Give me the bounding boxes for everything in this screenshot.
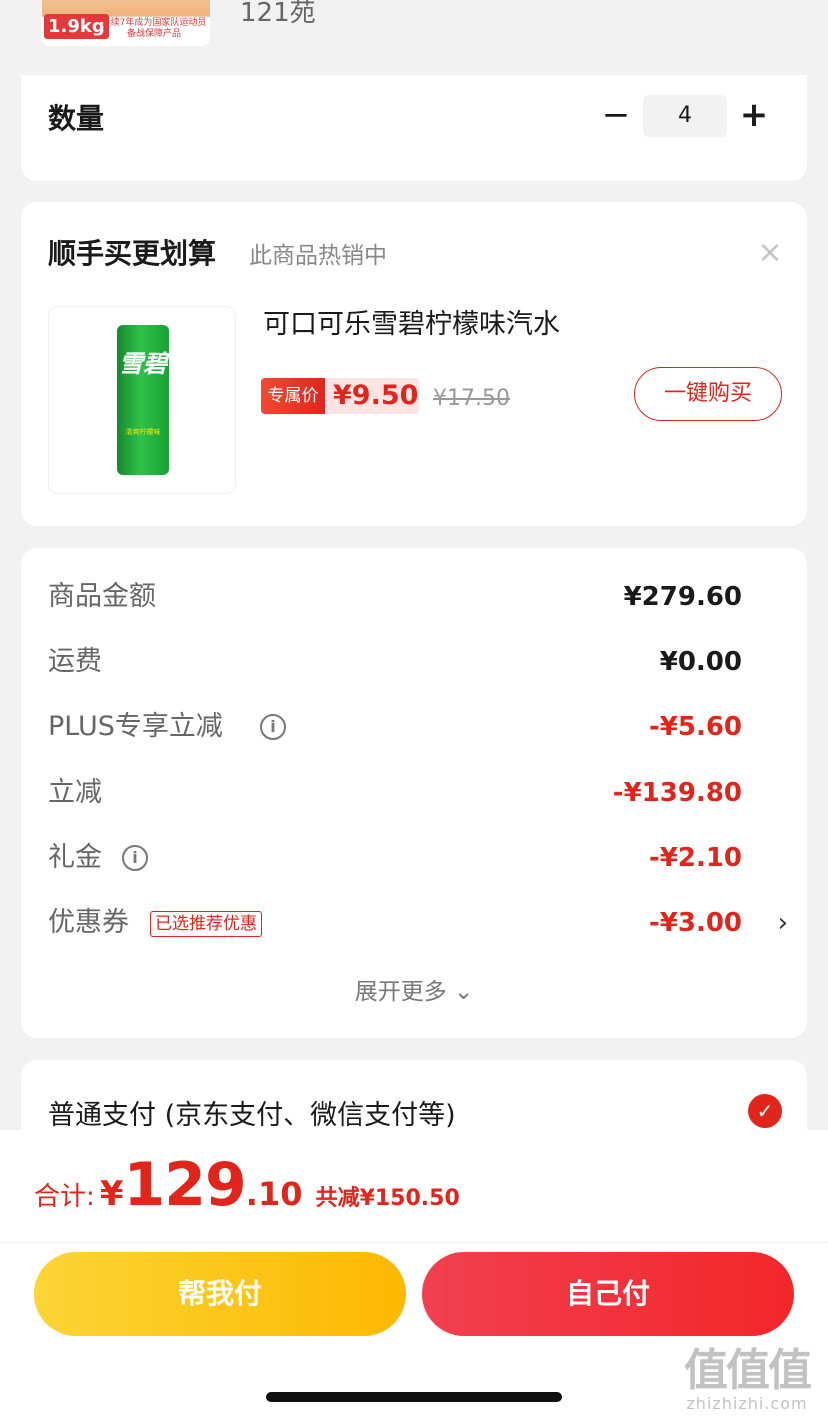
summary-row-plus-discount: PLUS专享立减 i -¥5.60 [48, 707, 788, 747]
recommended-product-name[interactable]: 可口可乐雪碧柠檬味汽水 [263, 302, 560, 341]
summary-value: -¥5.60 [648, 712, 742, 742]
close-icon[interactable]: × [757, 238, 783, 268]
summary-label: 运费 [48, 646, 102, 677]
sold-count: 121苑 [240, 0, 316, 28]
total-currency: ¥ [99, 1174, 124, 1214]
summary-label: PLUS专享立减 [48, 711, 223, 742]
total-label: 合计: [34, 1182, 95, 1212]
recommendation-card: 顺手买更划算 此商品热销中 × 雪碧 清爽柠檬味 可口可乐雪碧柠檬味汽水 专属价… [21, 202, 807, 526]
can-logo-text: 雪碧 [119, 350, 167, 378]
info-icon[interactable]: i [122, 845, 148, 871]
summary-value: -¥3.00 [648, 908, 742, 938]
recommendation-title: 顺手买更划算 [48, 237, 217, 270]
summary-value: -¥139.80 [612, 778, 742, 808]
summary-value: ¥279.60 [623, 582, 742, 612]
coupon-recommended-badge: 已选推荐优惠 [150, 911, 262, 937]
summary-row-instant-discount: 立减 -¥139.80 [48, 773, 788, 813]
checkout-bar: 合计: ¥129.10 共减¥150.50 帮我付 自己付 值值值 zhizhi… [0, 1130, 828, 1420]
summary-row-subtotal: 商品金额 ¥279.60 [48, 577, 788, 617]
home-indicator[interactable] [266, 1392, 562, 1402]
summary-row-gift-money: 礼金 i -¥2.10 [48, 838, 788, 878]
soda-can-image: 雪碧 清爽柠檬味 [117, 325, 169, 475]
summary-label: 商品金额 [48, 581, 156, 612]
self-pay-button[interactable]: 自己付 [422, 1252, 794, 1336]
quantity-minus-button[interactable]: − [601, 98, 631, 132]
chevron-right-icon[interactable]: › [778, 903, 788, 943]
exclusive-price: ¥9.50 [333, 380, 419, 411]
quantity-input[interactable]: 4 [643, 95, 727, 137]
order-total: 合计: ¥129.10 共减¥150.50 [34, 1150, 460, 1220]
summary-label: 立减 [48, 777, 102, 808]
original-price: ¥17.50 [433, 386, 510, 411]
recommendation-subtitle: 此商品热销中 [249, 243, 387, 269]
expand-more-button[interactable]: 展开更多 ⌄ [21, 972, 807, 1006]
exclusive-price-label: 专属价 [261, 378, 325, 414]
total-amount-decimal: .10 [245, 1175, 303, 1213]
summary-value: ¥0.00 [659, 647, 742, 677]
product-header-strip: 1.9kg 连续7年成为国家队运动员备战保障产品 121苑 [0, 0, 828, 75]
summary-row-coupon[interactable]: 优惠券 已选推荐优惠 -¥3.00 › [48, 903, 788, 943]
total-saved: 共减¥150.50 [315, 1186, 460, 1211]
check-icon[interactable]: ✓ [748, 1094, 782, 1128]
one-click-buy-button[interactable]: 一键购买 [634, 367, 782, 421]
promo-text: 连续7年成为国家队运动员备战保障产品 [101, 18, 207, 39]
summary-label: 礼金 [48, 842, 102, 873]
recommended-product-image[interactable]: 雪碧 清爽柠檬味 [48, 306, 236, 494]
watermark-logo: 值值值 [684, 1345, 812, 1396]
can-flavor-text: 清爽柠檬味 [125, 428, 161, 436]
exclusive-price-tag: 专属价 ¥9.50 [261, 378, 419, 414]
summary-value: -¥2.10 [648, 843, 742, 873]
quantity-plus-button[interactable]: + [739, 97, 769, 133]
total-amount-integer: 129 [123, 1150, 247, 1220]
divider [0, 1242, 828, 1243]
price-summary-card: 商品金额 ¥279.60 运费 ¥0.00 PLUS专享立减 i -¥5.60 … [21, 548, 807, 1038]
quantity-card: 数量 − 4 + [21, 75, 807, 181]
watermark-url: zhizhizhi.com [686, 1394, 808, 1413]
watermark: 值值值 zhizhizhi.com [672, 1345, 822, 1414]
summary-label: 优惠券 [48, 907, 129, 938]
info-icon[interactable]: i [260, 714, 286, 740]
help-pay-button[interactable]: 帮我付 [34, 1252, 406, 1336]
product-thumbnail[interactable]: 1.9kg 连续7年成为国家队运动员备战保障产品 [42, 0, 210, 46]
quantity-label: 数量 [48, 102, 105, 135]
payment-method-label: 普通支付 (京东支付、微信支付等) [48, 1100, 456, 1131]
summary-row-shipping: 运费 ¥0.00 [48, 642, 788, 682]
